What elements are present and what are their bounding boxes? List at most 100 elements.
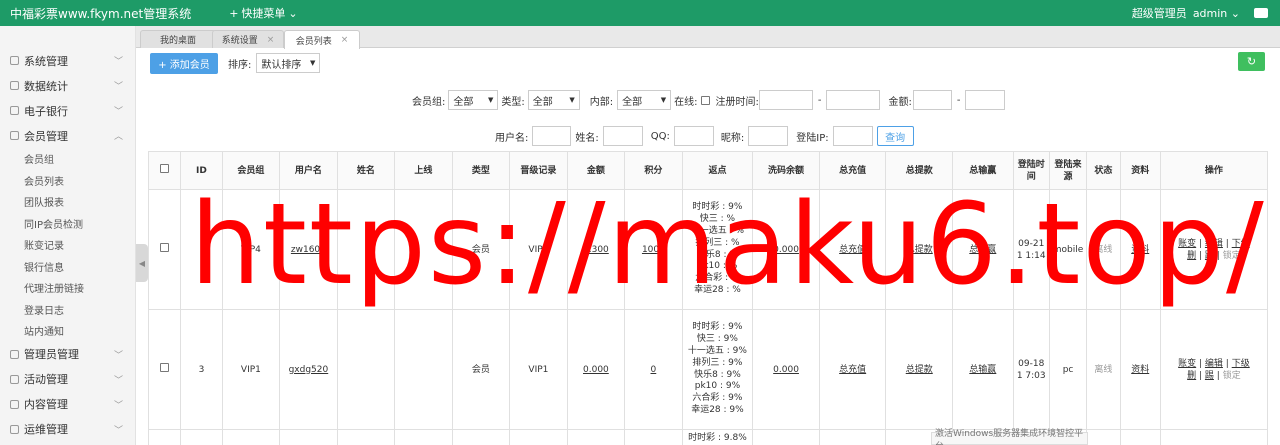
user-menu-button[interactable]: admin ⌄ bbox=[1193, 7, 1240, 20]
login-ip-input[interactable] bbox=[832, 126, 873, 146]
lock-link[interactable]: 锁定 bbox=[1223, 251, 1241, 261]
account-change-link[interactable]: 账变 bbox=[1178, 359, 1196, 369]
chevron-down-icon: ﹀ bbox=[113, 350, 123, 361]
sidebar-item-label: 会员管理 bbox=[24, 129, 68, 143]
kick-link[interactable]: 踢 bbox=[1205, 371, 1214, 381]
online-checkbox[interactable] bbox=[700, 95, 710, 105]
chevron-down-icon: ﹀ bbox=[113, 400, 123, 411]
tab-desktop[interactable]: 我的桌面 bbox=[140, 30, 216, 48]
nickname-input[interactable] bbox=[748, 126, 789, 146]
winloss-link[interactable]: 总输赢 bbox=[969, 245, 996, 255]
withdraw-link[interactable]: 总提款 bbox=[906, 245, 933, 255]
user-name: admin bbox=[1192, 6, 1228, 20]
close-icon[interactable]: × bbox=[341, 35, 349, 45]
login-ip-label: 登陆IP: bbox=[796, 132, 829, 144]
sidebar-item-activities[interactable]: 活动管理 ﹀ bbox=[0, 367, 135, 392]
recharge-cell: 总充值 bbox=[818, 309, 887, 430]
edit-link[interactable]: 编辑 bbox=[1205, 239, 1223, 249]
sidebar-subitem-login-log[interactable]: 登录日志 bbox=[0, 299, 135, 321]
amount-max-input[interactable] bbox=[965, 90, 1006, 110]
member-group-select[interactable]: 全部 ▼ bbox=[448, 90, 499, 110]
recharge-link[interactable]: 总充值 bbox=[839, 245, 866, 255]
amount-link[interactable]: 0.000 bbox=[583, 365, 609, 375]
wash-link[interactable]: 0.000 bbox=[773, 245, 799, 255]
sidebar-item-content[interactable]: 内容管理 ﹀ bbox=[0, 392, 135, 417]
rebate-line: 快三 : 9% bbox=[696, 334, 738, 345]
subordinates-link[interactable]: 下级 bbox=[1232, 359, 1250, 369]
sidebar-item-admins[interactable]: 管理员管理 ﹀ bbox=[0, 342, 135, 367]
upline-cell bbox=[394, 309, 453, 430]
points-link[interactable]: 1000 bbox=[642, 245, 665, 255]
profile-link[interactable]: 资料 bbox=[1131, 245, 1149, 255]
amount-link[interactable]: 7.300 bbox=[583, 245, 609, 255]
gear-icon bbox=[10, 56, 19, 65]
sidebar-collapse-handle[interactable]: ◀ bbox=[136, 244, 148, 282]
table-row: 时时彩 : 9.8% bbox=[147, 429, 1269, 445]
close-icon[interactable]: × bbox=[267, 35, 275, 45]
sidebar-item-label: 电子银行 bbox=[24, 104, 68, 118]
sidebar-item-ebank[interactable]: 电子银行 ﹀ bbox=[0, 98, 135, 123]
row-checkbox[interactable] bbox=[160, 363, 170, 372]
sidebar-subitem-agent-links[interactable]: 代理注册链接 bbox=[0, 277, 135, 299]
recharge-link[interactable]: 总充值 bbox=[839, 365, 866, 375]
internal-select[interactable]: 全部 ▼ bbox=[617, 90, 672, 110]
promo-cell: VIP1 bbox=[509, 309, 568, 430]
points-cell: 0 bbox=[624, 309, 683, 430]
withdraw-link[interactable]: 总提款 bbox=[906, 365, 933, 375]
sidebar-subitem-member-group[interactable]: 会员组 bbox=[0, 148, 135, 170]
rebate-line: 六合彩 : 9% bbox=[692, 393, 743, 404]
skin-icon[interactable] bbox=[1254, 8, 1268, 18]
account-change-link[interactable]: 账变 bbox=[1178, 239, 1196, 249]
rebate-line: 快三 : % bbox=[699, 214, 736, 225]
regtime-end-input[interactable] bbox=[826, 90, 881, 110]
delete-link[interactable]: 删 bbox=[1187, 251, 1196, 261]
column-header: 上线 bbox=[394, 151, 453, 190]
sidebar-subitem-team-report[interactable]: 团队报表 bbox=[0, 191, 135, 213]
row-select-cell bbox=[147, 429, 182, 445]
regtime-start-input[interactable] bbox=[758, 90, 813, 110]
delete-link[interactable]: 删 bbox=[1187, 371, 1196, 381]
sidebar-subitem-member-list[interactable]: 会员列表 bbox=[0, 170, 135, 192]
member-group-value: 全部 bbox=[453, 96, 474, 108]
column-header: 返点 bbox=[681, 151, 754, 190]
edit-link[interactable]: 编辑 bbox=[1205, 359, 1223, 369]
sidebar-subitem-bank-info[interactable]: 银行信息 bbox=[0, 256, 135, 278]
amount-min-input[interactable] bbox=[912, 90, 952, 110]
select-all-checkbox[interactable] bbox=[160, 164, 170, 173]
sidebar-item-system[interactable]: 系统管理 ﹀ bbox=[0, 48, 135, 73]
sidebar-item-members[interactable]: 会员管理 ︿ bbox=[0, 123, 135, 148]
lock-link[interactable]: 锁定 bbox=[1223, 371, 1241, 381]
chevron-down-icon: ▼ bbox=[487, 96, 494, 104]
tab-member-list[interactable]: 会员列表 × bbox=[284, 30, 360, 49]
refresh-button[interactable]: ↻ bbox=[1238, 52, 1265, 71]
type-select[interactable]: 全部 ▼ bbox=[527, 90, 580, 110]
username-input[interactable] bbox=[532, 126, 572, 146]
quick-menu-button[interactable]: + 快捷菜单 ⌄ bbox=[229, 5, 297, 21]
sort-select[interactable]: 默认排序 ▼ bbox=[256, 53, 321, 73]
sidebar-item-ops[interactable]: 运维管理 ﹀ bbox=[0, 417, 135, 442]
add-member-button[interactable]: + 添加会员 bbox=[150, 52, 218, 74]
sidebar-subitem-account-changes[interactable]: 账变记录 bbox=[0, 234, 135, 256]
row-checkbox[interactable] bbox=[160, 243, 170, 252]
rebate-line: pk10 : % bbox=[697, 261, 738, 272]
promo-cell: VIP1 bbox=[509, 189, 568, 310]
winloss-link[interactable]: 总输赢 bbox=[969, 365, 996, 375]
sidebar-item-stats[interactable]: 数据统计 ﹀ bbox=[0, 73, 135, 98]
username-link[interactable]: gxdg520 bbox=[289, 365, 329, 375]
tab-bar: 我的桌面 系统设置 × 会员列表 × bbox=[136, 26, 1280, 49]
kick-link[interactable]: 踢 bbox=[1205, 251, 1214, 261]
profile-link[interactable]: 资料 bbox=[1131, 365, 1149, 375]
sidebar-subitem-notices[interactable]: 站内通知 bbox=[0, 320, 135, 342]
qq-input[interactable] bbox=[673, 126, 714, 146]
search-button[interactable]: 查询 bbox=[876, 126, 914, 146]
sidebar: 系统管理 ﹀ 数据统计 ﹀ 电子银行 ﹀ 会员管理 ︿ 会员组 会员列表 团队报… bbox=[0, 26, 136, 445]
username-link[interactable]: zw1603 bbox=[291, 245, 326, 255]
sort-value: 默认排序 bbox=[261, 59, 302, 71]
wash-link[interactable]: 0.000 bbox=[773, 365, 799, 375]
name-input[interactable] bbox=[602, 126, 643, 146]
name-cell bbox=[336, 429, 396, 445]
points-link[interactable]: 0 bbox=[651, 365, 657, 375]
subordinates-link[interactable]: 下级 bbox=[1232, 239, 1250, 249]
sidebar-subitem-same-ip[interactable]: 同IP会员检测 bbox=[0, 213, 135, 235]
tab-system-settings[interactable]: 系统设置 × bbox=[212, 30, 284, 48]
